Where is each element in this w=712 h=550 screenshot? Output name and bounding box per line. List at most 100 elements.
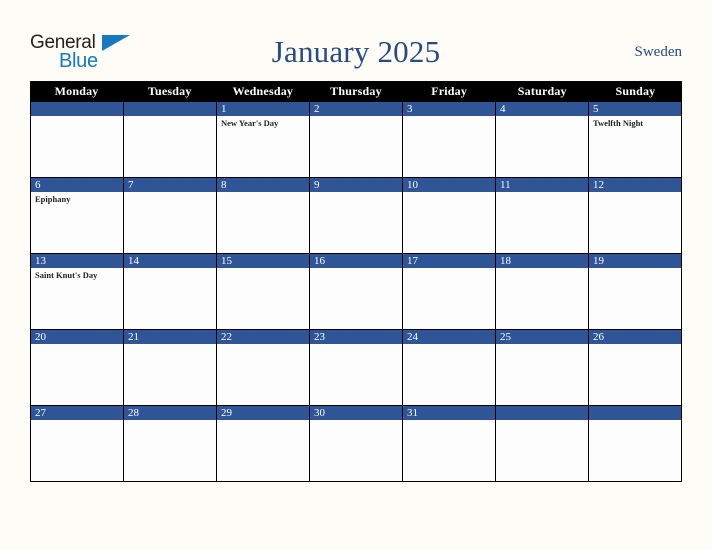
event-list [124,116,216,118]
date-number: 17 [407,255,418,267]
date-band [124,102,216,116]
calendar-day-cell[interactable]: 4 [496,102,589,178]
calendar-day-cell[interactable]: 24 [403,330,496,406]
page-title: January 2025 [271,34,441,69]
event-list: Epiphany [31,192,123,205]
date-band: 31 [403,406,495,420]
event-list [31,344,123,346]
event-list [124,344,216,346]
date-band: 27 [31,406,123,420]
date-band: 1 [217,102,309,116]
date-band: 7 [124,178,216,192]
date-number: 11 [500,179,511,191]
calendar-day-cell[interactable]: 7 [124,178,217,254]
calendar-day-cell-empty[interactable] [589,406,682,482]
calendar-day-cell-empty[interactable] [124,102,217,178]
date-number: 10 [407,179,418,191]
calendar-week-row: 6 Epiphany 7 8 9 10 11 12 [31,178,682,254]
event-list [496,116,588,118]
event-list [496,192,588,194]
event-list [589,268,681,270]
date-number: 26 [593,331,604,343]
date-band [589,406,681,420]
event-list [496,420,588,422]
calendar-day-cell[interactable]: 14 [124,254,217,330]
calendar-day-cell[interactable]: 30 [310,406,403,482]
date-band: 29 [217,406,309,420]
date-number: 14 [128,255,139,267]
calendar-day-cell[interactable]: 31 [403,406,496,482]
general-blue-logo[interactable]: General Blue [30,29,134,75]
calendar-day-cell[interactable]: 9 [310,178,403,254]
calendar-day-cell[interactable]: 22 [217,330,310,406]
date-band: 15 [217,254,309,268]
date-number: 19 [593,255,604,267]
date-band: 8 [217,178,309,192]
event-list [496,268,588,270]
date-number: 29 [221,407,232,419]
date-band: 25 [496,330,588,344]
event-list [31,420,123,422]
calendar-day-cell[interactable]: 21 [124,330,217,406]
calendar-day-cell[interactable]: 27 [31,406,124,482]
event-label: Saint Knut's Day [35,270,98,280]
calendar-day-cell[interactable]: 8 [217,178,310,254]
weekday-header-monday: Monday [54,84,99,98]
calendar-day-cell-empty[interactable] [496,406,589,482]
date-number: 2 [314,103,320,115]
date-band: 10 [403,178,495,192]
weekday-header-saturday: Saturday [517,84,567,98]
date-band: 5 [589,102,681,116]
calendar-day-cell[interactable]: 15 [217,254,310,330]
calendar-day-cell-empty[interactable] [31,102,124,178]
event-list [403,116,495,118]
calendar-day-cell[interactable]: 1 New Year's Day [217,102,310,178]
event-list [403,344,495,346]
date-band: 14 [124,254,216,268]
date-band: 21 [124,330,216,344]
date-number: 4 [500,103,506,115]
date-number: 13 [35,255,46,267]
date-band: 13 [31,254,123,268]
calendar-day-cell[interactable]: 3 [403,102,496,178]
calendar-grid: 1 New Year's Day 2 3 4 5 Twelfth Night 6 Epiphan… [30,101,682,482]
event-list [403,192,495,194]
calendar-day-cell[interactable]: 26 [589,330,682,406]
event-list [310,344,402,346]
event-list: New Year's Day [217,116,309,129]
date-number: 28 [128,407,139,419]
calendar-day-cell[interactable]: 18 [496,254,589,330]
page-header: General Blue January 2025 Sweden [30,28,682,76]
weekday-header-friday: Friday [431,84,468,98]
calendar-day-cell[interactable]: 29 [217,406,310,482]
event-list [403,420,495,422]
date-band: 20 [31,330,123,344]
weekday-header-tuesday: Tuesday [147,84,192,98]
calendar-day-cell[interactable]: 10 [403,178,496,254]
calendar-day-cell[interactable]: 20 [31,330,124,406]
calendar-day-cell[interactable]: 12 [589,178,682,254]
calendar-table: Monday Tuesday Wednesday Thursday Friday… [30,81,682,482]
calendar-day-cell[interactable]: 17 [403,254,496,330]
calendar-day-cell[interactable]: 23 [310,330,403,406]
event-list [124,192,216,194]
event-list [589,420,681,422]
calendar-day-cell[interactable]: 13 Saint Knut's Day [31,254,124,330]
weekday-header-thursday: Thursday [330,84,382,98]
calendar-day-cell[interactable]: 19 [589,254,682,330]
calendar-day-cell[interactable]: 11 [496,178,589,254]
calendar-day-cell[interactable]: 6 Epiphany [31,178,124,254]
event-list [589,344,681,346]
date-band: 30 [310,406,402,420]
date-band: 9 [310,178,402,192]
calendar-day-cell[interactable]: 25 [496,330,589,406]
date-number: 20 [35,331,46,343]
calendar-day-cell[interactable]: 5 Twelfth Night [589,102,682,178]
date-band: 17 [403,254,495,268]
calendar-day-cell[interactable]: 16 [310,254,403,330]
event-label: Epiphany [35,194,71,204]
calendar-day-cell[interactable]: 2 [310,102,403,178]
calendar-day-cell[interactable]: 28 [124,406,217,482]
date-number: 8 [221,179,227,191]
event-list [403,268,495,270]
